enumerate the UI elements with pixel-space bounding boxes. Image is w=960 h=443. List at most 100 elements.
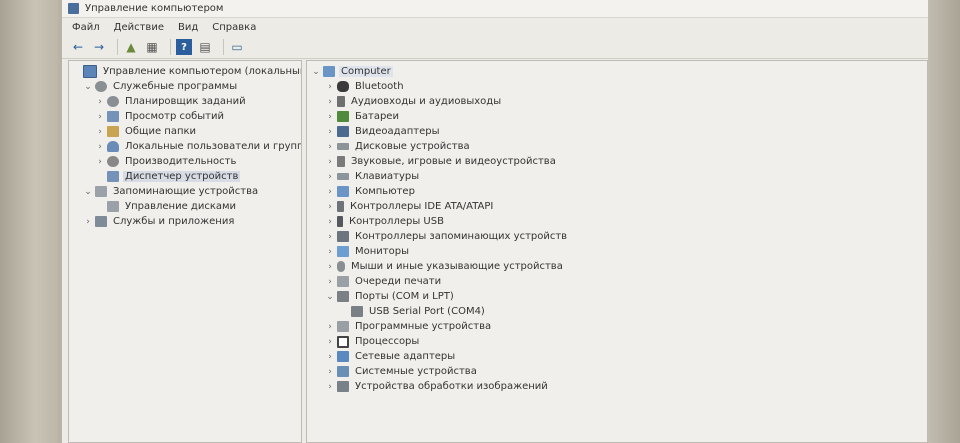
tree-shared-folders[interactable]: › Общие папки xyxy=(69,124,301,139)
device-sound[interactable]: › Звуковые, игровые и видеоустройства xyxy=(307,154,927,169)
computer-icon[interactable]: ▭ xyxy=(229,39,245,55)
navigation-tree[interactable]: ›Управление компьютером (локальным) ⌄ Служ… xyxy=(68,60,302,443)
chevron-right-icon[interactable]: › xyxy=(95,112,105,122)
device-print-queues[interactable]: › Очереди печати xyxy=(307,274,927,289)
device-usb[interactable]: › Контроллеры USB xyxy=(307,214,927,229)
chevron-right-icon[interactable]: › xyxy=(325,172,335,182)
tree-performance[interactable]: › Производительность xyxy=(69,154,301,169)
chevron-right-icon[interactable]: › xyxy=(325,217,335,227)
tree-item-label: Порты (COM и LPT) xyxy=(355,291,454,302)
chevron-right-icon[interactable]: › xyxy=(325,262,335,272)
help-icon[interactable]: ? xyxy=(176,39,192,55)
device-audio-io[interactable]: › Аудиовходы и аудиовыходы xyxy=(307,94,927,109)
chevron-right-icon[interactable]: › xyxy=(325,382,335,392)
menu-action[interactable]: Действие xyxy=(114,22,164,33)
battery-icon xyxy=(337,111,349,122)
chevron-right-icon[interactable]: › xyxy=(95,157,105,167)
chevron-right-icon[interactable]: › xyxy=(325,187,335,197)
chevron-right-icon[interactable]: › xyxy=(325,142,335,152)
chevron-right-icon[interactable]: › xyxy=(325,202,335,212)
computer-management-window: Управление компьютером Файл Действие Вид… xyxy=(62,0,928,443)
up-level-icon[interactable]: ▲ xyxy=(123,39,139,55)
port-icon xyxy=(337,291,349,302)
device-usb-serial[interactable]: ›USB Serial Port (COM4) xyxy=(307,304,927,319)
img-icon xyxy=(337,381,349,392)
tree-item-label: Производительность xyxy=(125,156,237,167)
properties-icon[interactable]: ▤ xyxy=(197,39,213,55)
device-bluetooth[interactable]: › Bluetooth xyxy=(307,79,927,94)
tree-item-label: Службы и приложения xyxy=(113,216,235,227)
tree-item-label: Аудиовходы и аудиовыходы xyxy=(351,96,502,107)
audio-icon xyxy=(337,96,345,107)
chevron-right-icon[interactable]: › xyxy=(95,127,105,137)
device-monitors[interactable]: › Мониторы xyxy=(307,244,927,259)
chevron-right-icon[interactable]: › xyxy=(325,232,335,242)
tree-event-viewer[interactable]: › Просмотр событий xyxy=(69,109,301,124)
chevron-right-icon[interactable]: › xyxy=(95,142,105,152)
chevron-down-icon[interactable]: ⌄ xyxy=(83,82,93,92)
device-root[interactable]: ⌄ Computer xyxy=(307,64,927,79)
title-bar[interactable]: Управление компьютером xyxy=(62,0,928,18)
chevron-right-icon[interactable]: › xyxy=(325,277,335,287)
cpu-icon xyxy=(337,335,349,348)
chevron-right-icon[interactable]: › xyxy=(325,352,335,362)
device-imaging[interactable]: › Устройства обработки изображений xyxy=(307,379,927,394)
chevron-right-icon[interactable]: › xyxy=(325,367,335,377)
tree-root[interactable]: ›Управление компьютером (локальным) xyxy=(69,64,301,79)
toolbar-separator xyxy=(170,39,171,55)
chevron-down-icon[interactable]: ⌄ xyxy=(311,67,321,77)
chevron-right-icon[interactable]: › xyxy=(325,112,335,122)
menu-view[interactable]: Вид xyxy=(178,22,198,33)
device-processors[interactable]: › Процессоры xyxy=(307,334,927,349)
device-ports[interactable]: ⌄ Порты (COM и LPT) xyxy=(307,289,927,304)
tree-services-apps[interactable]: › Службы и приложения xyxy=(69,214,301,229)
chevron-right-icon[interactable]: › xyxy=(83,217,93,227)
tree-local-users[interactable]: › Локальные пользователи и группы xyxy=(69,139,301,154)
device-keyboards[interactable]: › Клавиатуры xyxy=(307,169,927,184)
tree-item-label: Служебные программы xyxy=(113,81,238,92)
chevron-right-icon[interactable]: › xyxy=(325,82,335,92)
device-network[interactable]: › Сетевые адаптеры xyxy=(307,349,927,364)
chevron-right-icon[interactable]: › xyxy=(325,247,335,257)
menu-file[interactable]: Файл xyxy=(72,22,100,33)
show-hide-tree-icon[interactable]: ▦ xyxy=(144,39,160,55)
tree-device-manager[interactable]: ›Диспетчер устройств xyxy=(69,169,301,184)
chevron-right-icon[interactable]: › xyxy=(95,97,105,107)
device-software[interactable]: › Программные устройства xyxy=(307,319,927,334)
chevron-down-icon[interactable]: ⌄ xyxy=(325,292,335,302)
tree-item-label: Общие папки xyxy=(125,126,197,137)
sys-icon xyxy=(337,366,349,377)
tree-disk-management[interactable]: ›Управление дисками xyxy=(69,199,301,214)
chevron-right-icon[interactable]: › xyxy=(325,337,335,347)
device-disks[interactable]: › Дисковые устройства xyxy=(307,139,927,154)
bt-icon xyxy=(337,81,349,92)
chevron-down-icon[interactable]: ⌄ xyxy=(83,187,93,197)
prog-icon xyxy=(337,321,349,332)
tree-task-scheduler[interactable]: › Планировщик заданий xyxy=(69,94,301,109)
back-arrow-icon[interactable]: ← xyxy=(70,39,86,55)
device-ide[interactable]: › Контроллеры IDE ATA/ATAPI xyxy=(307,199,927,214)
chevron-right-icon[interactable]: › xyxy=(325,97,335,107)
disk-icon xyxy=(95,186,107,197)
device-computer[interactable]: › Компьютер xyxy=(307,184,927,199)
chevron-right-icon[interactable]: › xyxy=(325,157,335,167)
device-system[interactable]: › Системные устройства xyxy=(307,364,927,379)
device-mice[interactable]: › Мыши и иные указывающие устройства xyxy=(307,259,927,274)
hdd-icon xyxy=(337,143,349,150)
device-batteries[interactable]: › Батареи xyxy=(307,109,927,124)
chart-icon xyxy=(107,156,119,167)
device-storage-ctrl[interactable]: › Контроллеры запоминающих устройств xyxy=(307,229,927,244)
device-tree[interactable]: ⌄ Computer › Bluetooth › Аудиовходы и аудиовы… xyxy=(306,60,928,443)
tree-storage[interactable]: ⌄ Запоминающие устройства xyxy=(69,184,301,199)
menu-help[interactable]: Справка xyxy=(212,22,256,33)
tree-system-tools[interactable]: ⌄ Служебные программы xyxy=(69,79,301,94)
chevron-right-icon[interactable]: › xyxy=(325,322,335,332)
folder-icon xyxy=(107,126,119,137)
toolbar-separator xyxy=(223,39,224,55)
chevron-right-icon[interactable]: › xyxy=(325,127,335,137)
device-video[interactable]: › Видеоадаптеры xyxy=(307,124,927,139)
gear-icon xyxy=(107,96,119,107)
print-icon xyxy=(337,276,349,287)
forward-arrow-icon[interactable]: → xyxy=(91,39,107,55)
tree-item-label: Системные устройства xyxy=(355,366,477,377)
